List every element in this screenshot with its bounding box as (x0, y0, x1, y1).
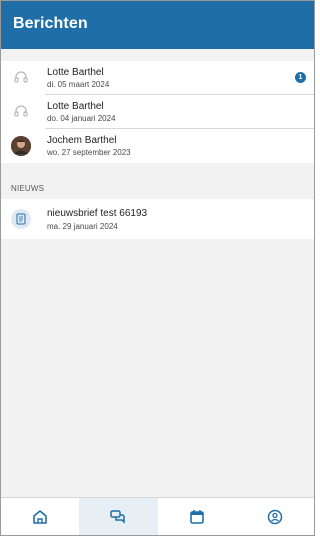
nav-home[interactable] (1, 498, 79, 535)
user-photo (11, 136, 31, 156)
bottom-nav (1, 497, 314, 535)
sender-name: Jochem Barthel (47, 135, 117, 146)
nav-profile[interactable] (236, 498, 314, 535)
nav-messages[interactable] (79, 498, 158, 535)
section-label: NIEUWS (11, 184, 45, 193)
unread-badge: 1 (295, 72, 306, 83)
message-item[interactable]: Lotte Barthel do. 04 januari 2024 (1, 95, 314, 129)
nav-calendar[interactable] (158, 498, 236, 535)
profile-icon (267, 509, 283, 524)
message-date: wo. 27 september 2023 (47, 148, 131, 157)
message-date: di. 05 maart 2024 (47, 80, 110, 89)
message-item[interactable]: Lotte Barthel di. 05 maart 2024 1 (1, 61, 314, 95)
app-frame: Berichten Lotte Barthel di. 05 maart 202… (0, 0, 315, 536)
news-list: nieuwsbrief test 66193 ma. 29 januari 20… (1, 199, 314, 239)
calendar-icon (189, 509, 204, 524)
news-date: ma. 29 januari 2024 (47, 222, 118, 231)
newsletter-icon (11, 209, 31, 229)
headset-icon (11, 68, 31, 88)
chat-icon (110, 509, 126, 524)
message-item[interactable]: Jochem Barthel wo. 27 september 2023 (1, 129, 314, 163)
news-title: nieuwsbrief test 66193 (47, 208, 148, 219)
header-bar: Berichten (1, 1, 314, 49)
home-icon (33, 509, 47, 524)
sender-name: Lotte Barthel (47, 101, 104, 112)
sender-name: Lotte Barthel (47, 67, 104, 78)
news-item[interactable]: nieuwsbrief test 66193 ma. 29 januari 20… (1, 199, 314, 239)
message-date: do. 04 januari 2024 (47, 114, 116, 123)
news-section-header: NIEUWS (1, 177, 314, 199)
messages-list: Lotte Barthel di. 05 maart 2024 1 Lotte … (1, 61, 314, 163)
headset-icon (11, 102, 31, 122)
page-title: Berichten (13, 15, 88, 32)
